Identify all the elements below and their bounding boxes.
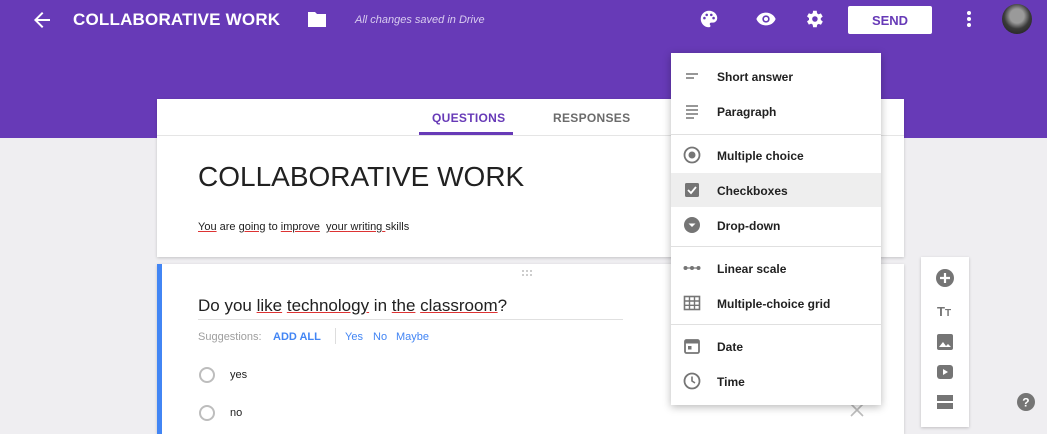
add-question-icon[interactable]: [934, 267, 956, 289]
suggestion-yes[interactable]: Yes: [345, 331, 363, 343]
tab-questions[interactable]: QUESTIONS: [432, 111, 505, 125]
svg-text:T: T: [945, 308, 951, 319]
desc-word: going: [238, 221, 266, 233]
question-type-menu: Short answer Paragraph Multiple choice C…: [671, 53, 881, 405]
top-toolbar: COLLABORATIVE WORK All changes saved in …: [0, 0, 1047, 40]
q-word: like: [256, 296, 283, 315]
menu-item-label: Multiple-choice grid: [717, 297, 831, 311]
menu-item-label: Multiple choice: [717, 149, 804, 163]
desc-word: You: [198, 221, 217, 233]
radio-option-icon: [199, 367, 215, 383]
question-title[interactable]: Do you like technology in the classroom?: [198, 296, 507, 316]
divider: [671, 134, 881, 135]
add-image-icon[interactable]: [934, 331, 956, 353]
divider: [335, 328, 336, 344]
q-word: classroom: [420, 296, 498, 315]
dropdown-icon: [684, 217, 700, 233]
send-button[interactable]: SEND: [848, 6, 932, 34]
menu-item-label: Paragraph: [717, 105, 777, 119]
option-label[interactable]: yes: [230, 369, 247, 381]
menu-item-time[interactable]: Time: [671, 364, 881, 398]
paragraph-icon: [686, 105, 698, 119]
menu-item-paragraph[interactable]: Paragraph: [671, 94, 881, 128]
arrow-back-icon[interactable]: [30, 8, 54, 32]
radio-option-icon: [199, 405, 215, 421]
desc-word: improve: [280, 221, 320, 233]
svg-text:T: T: [937, 304, 945, 319]
menu-item-label: Drop-down: [717, 219, 781, 233]
clock-icon: [683, 372, 701, 390]
short-answer-icon: [686, 73, 698, 79]
tab-responses[interactable]: RESPONSES: [553, 111, 630, 125]
menu-item-short-answer[interactable]: Short answer: [671, 59, 881, 93]
menu-item-linear-scale[interactable]: Linear scale: [671, 251, 881, 285]
add-all-button[interactable]: ADD ALL: [273, 331, 321, 343]
more-vert-icon[interactable]: [962, 8, 976, 30]
gear-icon[interactable]: [803, 8, 825, 30]
menu-item-grid[interactable]: Multiple-choice grid: [671, 286, 881, 320]
menu-item-multiple-choice[interactable]: Multiple choice: [671, 138, 881, 172]
help-icon[interactable]: ?: [1016, 392, 1036, 412]
radio-button-icon: [683, 146, 701, 164]
desc-word: skills: [385, 221, 410, 233]
folder-icon[interactable]: [306, 10, 328, 28]
question-underline: [198, 319, 623, 320]
calendar-icon: [684, 339, 700, 354]
divider: [671, 246, 881, 247]
q-word: Do you: [198, 296, 257, 315]
q-word: the: [391, 296, 416, 315]
save-status: All changes saved in Drive: [355, 14, 485, 26]
menu-item-label: Short answer: [717, 70, 794, 84]
menu-item-dropdown[interactable]: Drop-down: [671, 208, 881, 242]
suggestion-maybe[interactable]: Maybe: [396, 331, 429, 343]
menu-item-label: Date: [717, 340, 744, 354]
desc-word: are: [216, 221, 239, 233]
q-word: technology: [286, 296, 370, 315]
avatar[interactable]: [1002, 4, 1032, 34]
active-tab-indicator: [419, 132, 513, 135]
svg-text:?: ?: [1022, 396, 1029, 410]
q-word: in: [369, 296, 392, 315]
form-title[interactable]: COLLABORATIVE WORK: [198, 161, 524, 193]
linear-scale-icon: [683, 266, 701, 270]
q-word: ?: [497, 296, 508, 315]
grid-icon: [683, 295, 701, 311]
checkbox-icon: [685, 183, 699, 197]
drag-handle-icon[interactable]: [519, 268, 539, 278]
divider: [671, 324, 881, 325]
menu-item-label: Checkboxes: [717, 184, 788, 198]
side-toolbar: TT: [921, 257, 969, 427]
desc-word: to: [265, 221, 281, 233]
form-name[interactable]: COLLABORATIVE WORK: [73, 10, 280, 30]
desc-word: your: [326, 221, 348, 233]
menu-item-label: Linear scale: [717, 262, 787, 276]
add-title-icon[interactable]: TT: [934, 299, 956, 321]
menu-item-label: Time: [717, 375, 745, 389]
suggestions-label: Suggestions:: [198, 331, 262, 343]
menu-item-checkboxes[interactable]: Checkboxes: [671, 173, 881, 207]
option-label[interactable]: no: [230, 407, 242, 419]
palette-icon[interactable]: [698, 8, 720, 30]
suggestion-no[interactable]: No: [373, 331, 387, 343]
add-section-icon[interactable]: [934, 391, 956, 413]
form-description[interactable]: You are going to improve your writing sk…: [198, 221, 409, 233]
active-card-accent: [157, 264, 162, 434]
desc-word: writing: [350, 221, 383, 233]
add-video-icon[interactable]: [934, 361, 956, 383]
menu-item-date[interactable]: Date: [671, 329, 881, 363]
eye-icon[interactable]: [755, 8, 777, 30]
